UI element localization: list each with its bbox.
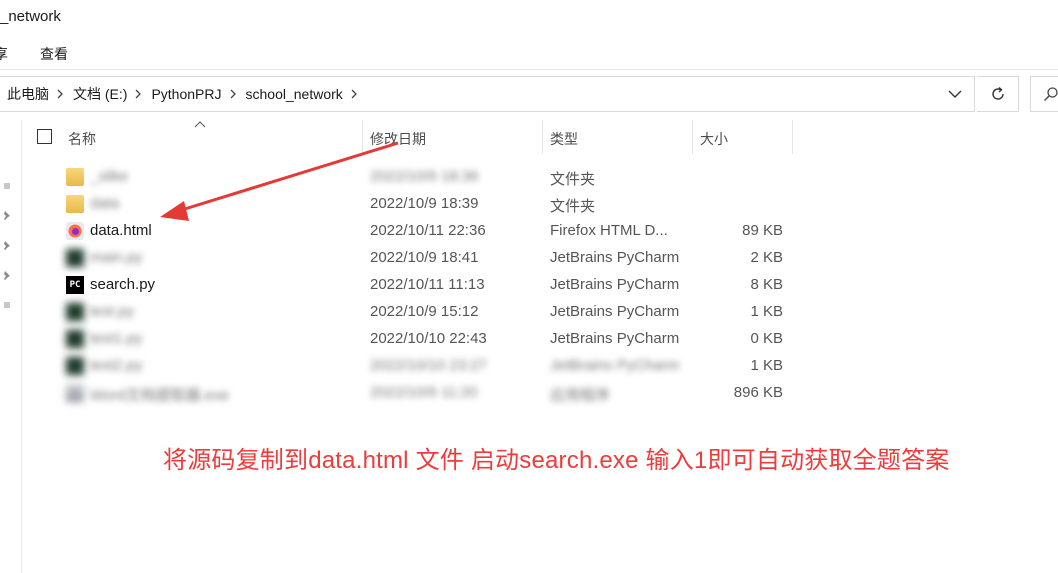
file-type: JetBrains PyCharm — [550, 357, 680, 374]
table-row[interactable]: test.py 2022/10/9 15:12 JetBrains PyChar… — [22, 298, 802, 325]
column-header: 名称 修改日期 类型 大小 — [22, 120, 802, 154]
column-divider[interactable] — [792, 120, 793, 154]
table-row[interactable]: Word文档提取器.exe 2022/10/9 11:20 应用程序 896 K… — [22, 379, 802, 406]
refresh-button[interactable] — [977, 76, 1019, 112]
breadcrumb-school-network[interactable]: school_network — [244, 86, 343, 102]
ribbon-tabs: 享 查看 — [0, 44, 1058, 66]
file-type: 应用程序 — [550, 387, 611, 404]
column-type[interactable]: 类型 — [550, 129, 578, 149]
chevron-right-icon[interactable] — [222, 89, 244, 99]
file-explorer-window: _network 享 查看 此电脑 文档 (E:) PythonPRJ scho… — [0, 0, 1058, 573]
chevron-right-icon[interactable] — [343, 89, 365, 99]
file-type: 文件夹 — [550, 198, 596, 215]
refresh-icon — [991, 86, 1004, 100]
file-name: test2.py — [90, 357, 143, 374]
pycharm-icon — [66, 303, 84, 321]
exe-icon — [66, 384, 84, 402]
breadcrumb-this-pc[interactable]: 此电脑 — [0, 84, 49, 104]
address-bar[interactable]: 此电脑 文档 (E:) PythonPRJ school_network — [0, 76, 975, 112]
search-box[interactable] — [1030, 76, 1058, 112]
breadcrumb-pythonprj[interactable]: PythonPRJ — [149, 86, 221, 102]
file-date: 2022/10/11 22:36 — [370, 222, 486, 239]
window-title: _network — [0, 8, 61, 25]
table-row[interactable]: _slike 2022/10/9 18:36 文件夹 — [22, 163, 802, 190]
file-date: 2022/10/11 11:13 — [370, 276, 485, 293]
file-size: 8 KB — [750, 276, 783, 293]
file-size: 2 KB — [750, 249, 783, 266]
column-size[interactable]: 大小 — [700, 129, 728, 149]
column-name[interactable]: 名称 — [68, 129, 96, 149]
file-date: 2022/10/10 22:43 — [370, 330, 487, 347]
file-type: Firefox HTML D... — [550, 222, 668, 239]
file-name: data.html — [90, 222, 152, 239]
pin-icon — [4, 211, 10, 220]
file-size: 1 KB — [750, 357, 783, 374]
file-name: Word文档提取器.exe — [90, 387, 229, 404]
file-date: 2022/10/9 18:39 — [370, 195, 479, 212]
column-divider[interactable] — [692, 120, 693, 154]
chevron-right-icon[interactable] — [127, 89, 149, 99]
tab-share[interactable]: 享 — [0, 44, 8, 64]
file-type: 文件夹 — [550, 171, 596, 188]
table-row[interactable]: PC search.py 2022/10/11 11:13 JetBrains … — [22, 271, 802, 298]
file-type: JetBrains PyCharm — [550, 249, 680, 266]
breadcrumb: 此电脑 文档 (E:) PythonPRJ school_network — [0, 77, 365, 111]
column-divider[interactable] — [542, 120, 543, 154]
pycharm-icon — [66, 357, 84, 375]
pycharm-icon: PC — [66, 276, 84, 294]
file-name: _slike — [90, 168, 129, 185]
file-size: 896 KB — [733, 384, 783, 401]
pin-icon — [4, 183, 10, 189]
file-name: data — [90, 195, 120, 212]
search-icon — [1044, 87, 1058, 101]
firefox-html-icon — [66, 222, 84, 240]
pycharm-icon — [66, 330, 84, 348]
column-divider[interactable] — [362, 120, 363, 154]
table-row[interactable]: test2.py 2022/10/10 23:27 JetBrains PyCh… — [22, 352, 802, 379]
pin-icon — [4, 302, 10, 308]
table-row[interactable]: main.py 2022/10/9 18:41 JetBrains PyChar… — [22, 244, 802, 271]
file-date: 2022/10/9 18:41 — [370, 249, 479, 266]
file-date: 2022/10/9 18:36 — [370, 168, 479, 185]
pin-icon — [4, 271, 10, 280]
annotation-text: 将源码复制到data.html 文件 启动search.exe 输入1即可自动获… — [163, 447, 950, 474]
chevron-down-icon[interactable] — [948, 88, 962, 100]
file-type: JetBrains PyCharm — [550, 276, 680, 293]
table-row[interactable]: data 2022/10/9 18:39 文件夹 — [22, 190, 802, 217]
file-size: 89 KB — [742, 222, 783, 239]
file-name: search.py — [90, 276, 156, 293]
file-date: 2022/10/9 11:20 — [370, 384, 478, 401]
file-size: 0 KB — [750, 330, 783, 347]
breadcrumb-drive-e[interactable]: 文档 (E:) — [71, 84, 127, 104]
file-type: JetBrains PyCharm — [550, 330, 680, 347]
file-name: test.py — [90, 303, 135, 320]
chevron-right-icon[interactable] — [49, 89, 71, 99]
table-row[interactable]: data.html 2022/10/11 22:36 Firefox HTML … — [22, 217, 802, 244]
file-type: JetBrains PyCharm — [550, 303, 680, 320]
folder-icon — [66, 168, 84, 186]
table-row[interactable]: test1.py 2022/10/10 22:43 JetBrains PyCh… — [22, 325, 802, 352]
file-date: 2022/10/9 15:12 — [370, 303, 479, 320]
column-date[interactable]: 修改日期 — [370, 129, 426, 149]
file-size: 1 KB — [750, 303, 783, 320]
file-name: test1.py — [90, 330, 143, 347]
sort-ascending-icon — [194, 121, 206, 128]
pycharm-icon — [66, 249, 84, 267]
navigation-pane[interactable] — [0, 120, 22, 573]
tab-view[interactable]: 查看 — [40, 44, 68, 64]
file-name: main.py — [90, 249, 143, 266]
pin-icon — [4, 241, 10, 250]
folder-icon — [66, 195, 84, 213]
file-date: 2022/10/10 23:27 — [370, 357, 487, 374]
ribbon-divider — [0, 69, 1058, 70]
